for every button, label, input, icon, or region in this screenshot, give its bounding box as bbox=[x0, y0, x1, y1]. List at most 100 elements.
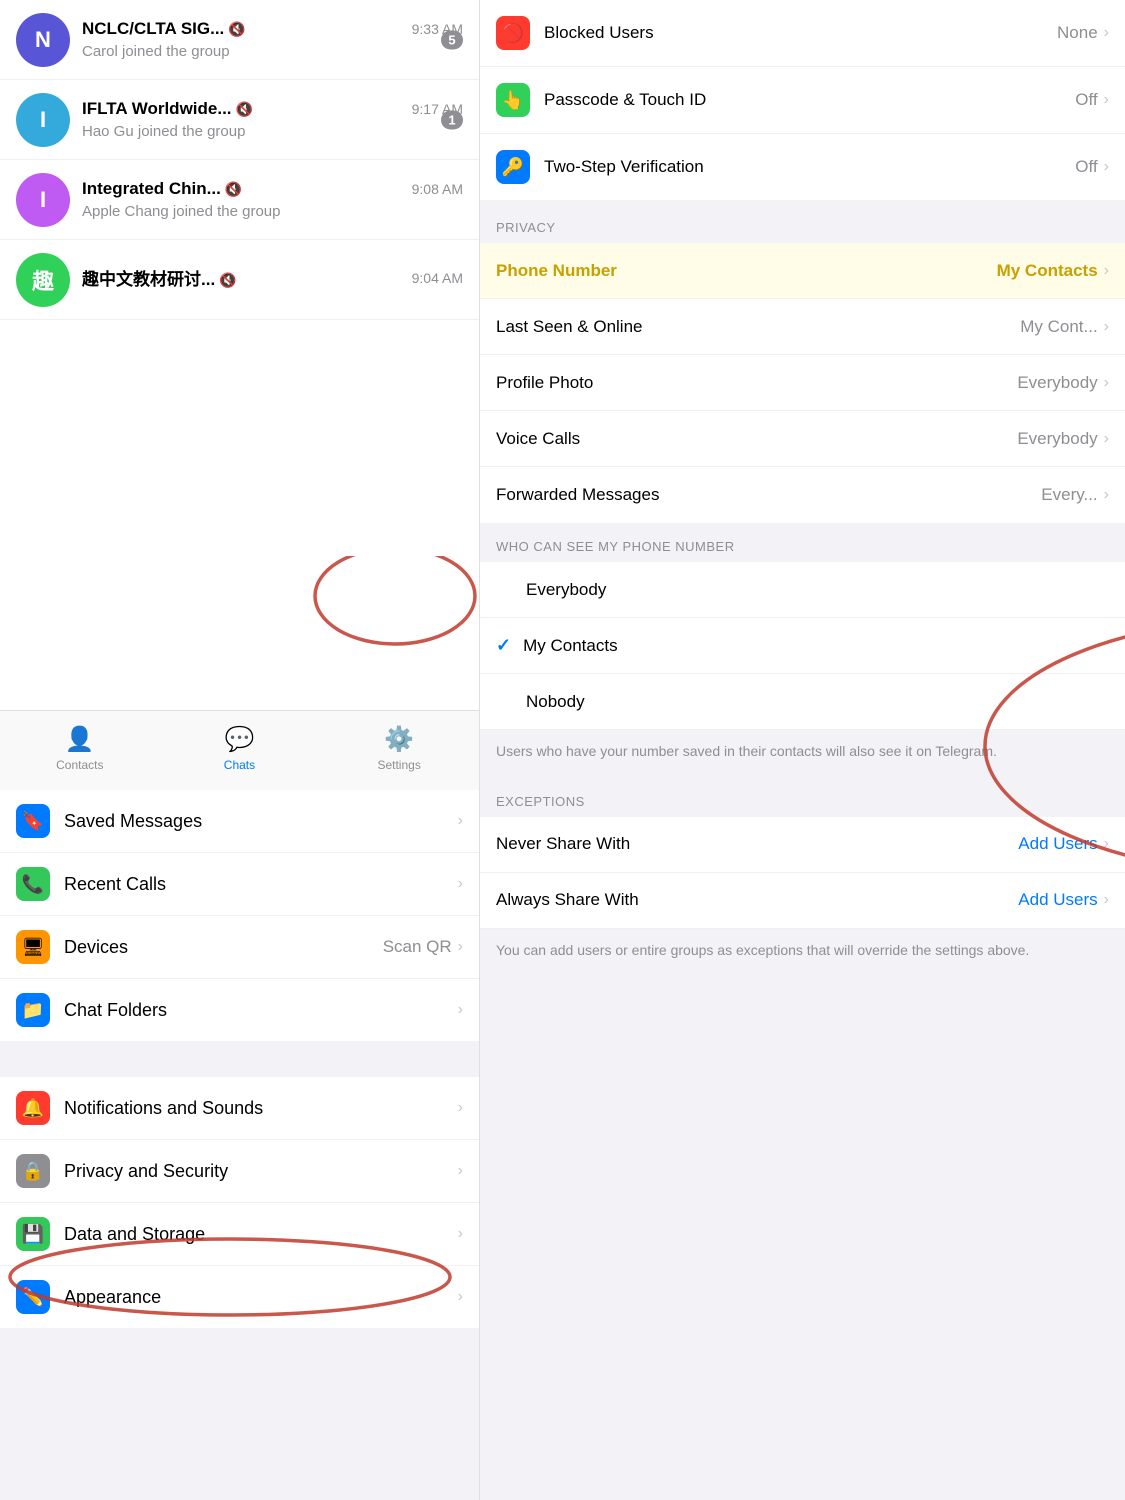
last-seen-value: My Cont... bbox=[1020, 317, 1097, 337]
always-share-chevron: › bbox=[1104, 891, 1109, 909]
always-share-label: Always Share With bbox=[496, 890, 1018, 910]
data-storage-chevron: › bbox=[458, 1225, 463, 1243]
privacy-security-icon: 🔒 bbox=[16, 1154, 50, 1188]
profile-photo-label: Profile Photo bbox=[496, 373, 1017, 393]
data-storage-icon: 💾 bbox=[16, 1217, 50, 1251]
privacy-item-phone-number[interactable]: Phone NumberMy Contacts› bbox=[480, 243, 1125, 299]
chat-item-iflta[interactable]: I IFLTA Worldwide...🔇9:17 AMHao Gu joined… bbox=[0, 80, 479, 160]
recent-calls-chevron: › bbox=[458, 875, 463, 893]
security-item-two-step[interactable]: 🔑Two-Step VerificationOff› bbox=[480, 134, 1125, 200]
recent-calls-label: Recent Calls bbox=[64, 874, 458, 895]
appearance-label: Appearance bbox=[64, 1287, 458, 1308]
blocked-users-icon: 🚫 bbox=[496, 16, 530, 50]
badge-iflta: 1 bbox=[441, 110, 463, 129]
exceptions-header: EXCEPTIONS bbox=[480, 778, 1125, 817]
recent-calls-icon: 📞 bbox=[16, 867, 50, 901]
left-panel: NNCLC/CLTA SIG...🔇9:33 AMCarol joined th… bbox=[0, 0, 480, 1500]
settings-section-2: 🔔Notifications and Sounds›🔒Privacy and S… bbox=[0, 1077, 479, 1328]
who-option-my-contacts[interactable]: ✓My Contacts bbox=[480, 618, 1125, 674]
blocked-users-value: None bbox=[1057, 23, 1098, 43]
blocked-users-chevron: › bbox=[1104, 24, 1109, 42]
who-option-everybody[interactable]: Everybody bbox=[480, 562, 1125, 618]
saved-messages-label: Saved Messages bbox=[64, 811, 458, 832]
chat-content-zhongwen: 趣中文教材研讨...🔇9:04 AM bbox=[82, 265, 463, 294]
two-step-value: Off bbox=[1075, 157, 1097, 177]
chat-item-zhongwen[interactable]: 趣趣中文教材研讨...🔇9:04 AM bbox=[0, 240, 479, 320]
two-step-label: Two-Step Verification bbox=[544, 157, 1075, 177]
chat-preview-iflta: Hao Gu joined the group bbox=[82, 123, 463, 140]
devices-chevron: › bbox=[458, 938, 463, 956]
chat-time-integrated: 9:08 AM bbox=[412, 181, 463, 197]
phone-number-chevron: › bbox=[1104, 262, 1109, 280]
mute-icon-zhongwen: 🔇 bbox=[219, 272, 236, 288]
last-seen-label: Last Seen & Online bbox=[496, 317, 1020, 337]
privacy-item-profile-photo[interactable]: Profile PhotoEverybody› bbox=[480, 355, 1125, 411]
chat-list: NNCLC/CLTA SIG...🔇9:33 AMCarol joined th… bbox=[0, 0, 479, 710]
settings-item-privacy-security[interactable]: 🔒Privacy and Security› bbox=[0, 1140, 479, 1203]
avatar-integrated: I bbox=[16, 173, 70, 227]
nav-chats[interactable]: 💬 Chats bbox=[199, 725, 279, 772]
settings-item-data-storage[interactable]: 💾 Data and Storage› bbox=[0, 1203, 479, 1266]
settings-item-chat-folders[interactable]: 📁Chat Folders› bbox=[0, 979, 479, 1041]
chat-folders-chevron: › bbox=[458, 1001, 463, 1019]
chat-content-iflta: IFLTA Worldwide...🔇9:17 AMHao Gu joined … bbox=[82, 99, 463, 140]
nav-settings[interactable]: ⚙️ Settings bbox=[359, 725, 439, 772]
chat-preview-nclc: Carol joined the group bbox=[82, 43, 463, 60]
chat-item-nclc[interactable]: NNCLC/CLTA SIG...🔇9:33 AMCarol joined th… bbox=[0, 0, 479, 80]
devices-label: Devices bbox=[64, 937, 383, 958]
forwarded-messages-chevron: › bbox=[1104, 486, 1109, 504]
phone-number-label: Phone Number bbox=[496, 261, 997, 281]
security-item-blocked-users[interactable]: 🚫 Blocked UsersNone › bbox=[480, 0, 1125, 67]
notifications-icon: 🔔 bbox=[16, 1091, 50, 1125]
chat-content-integrated: Integrated Chin...🔇9:08 AMApple Chang jo… bbox=[82, 179, 463, 220]
mute-icon-integrated: 🔇 bbox=[225, 181, 242, 197]
appearance-chevron: › bbox=[458, 1288, 463, 1306]
chat-name-nclc: NCLC/CLTA SIG...🔇 bbox=[82, 19, 246, 39]
badge-nclc: 5 bbox=[441, 30, 463, 49]
chat-name-zhongwen: 趣中文教材研讨...🔇 bbox=[82, 265, 237, 290]
security-item-passcode-touchid[interactable]: 👆Passcode & Touch IDOff› bbox=[480, 67, 1125, 134]
avatar-iflta: I bbox=[16, 93, 70, 147]
exceptions-description: You can add users or entire groups as ex… bbox=[480, 929, 1125, 977]
chats-icon: 💬 bbox=[225, 725, 255, 754]
privacy-item-last-seen[interactable]: Last Seen & OnlineMy Cont... › bbox=[480, 299, 1125, 355]
chat-preview-integrated: Apple Chang joined the group bbox=[82, 203, 463, 220]
who-can-see-header: WHO CAN SEE MY PHONE NUMBER bbox=[480, 523, 1125, 562]
data-storage-label: Data and Storage bbox=[64, 1224, 458, 1245]
settings-item-saved-messages[interactable]: 🔖Saved Messages› bbox=[0, 790, 479, 853]
settings-item-recent-calls[interactable]: 📞 Recent Calls› bbox=[0, 853, 479, 916]
passcode-touchid-label: Passcode & Touch ID bbox=[544, 90, 1075, 110]
chat-item-integrated[interactable]: IIntegrated Chin...🔇9:08 AMApple Chang j… bbox=[0, 160, 479, 240]
never-share-label: Never Share With bbox=[496, 834, 1018, 854]
mute-icon-nclc: 🔇 bbox=[228, 21, 245, 37]
blocked-users-label: Blocked Users bbox=[544, 23, 1057, 43]
settings-item-appearance[interactable]: ✏️Appearance› bbox=[0, 1266, 479, 1328]
privacy-section: Phone NumberMy Contacts›Last Seen & Onli… bbox=[480, 243, 1125, 523]
settings-icon: ⚙️ bbox=[384, 725, 414, 754]
privacy-security-chevron: › bbox=[458, 1162, 463, 1180]
profile-photo-chevron: › bbox=[1104, 374, 1109, 392]
settings-item-devices[interactable]: 🖥DevicesScan QR› bbox=[0, 916, 479, 979]
nav-settings-label: Settings bbox=[377, 758, 420, 772]
chat-folders-icon: 📁 bbox=[16, 993, 50, 1027]
last-seen-chevron: › bbox=[1104, 318, 1109, 336]
always-share-value: Add Users bbox=[1018, 890, 1097, 910]
who-option-nobody[interactable]: Nobody bbox=[480, 674, 1125, 730]
right-panel: 🚫 Blocked UsersNone › 👆 Passcode & Touch ID O… bbox=[480, 0, 1125, 1500]
who-label-everybody: Everybody bbox=[526, 580, 606, 600]
nav-chats-label: Chats bbox=[224, 758, 255, 772]
privacy-item-voice-calls[interactable]: Voice CallsEverybody› bbox=[480, 411, 1125, 467]
settings-item-notifications[interactable]: 🔔Notifications and Sounds› bbox=[0, 1077, 479, 1140]
settings-list: 🔖Saved Messages›📞Recent Calls›🖥DevicesSc… bbox=[0, 790, 479, 1500]
privacy-item-forwarded-messages[interactable]: Forwarded MessagesEvery...› bbox=[480, 467, 1125, 523]
passcode-touchid-icon: 👆 bbox=[496, 83, 530, 117]
exception-item-always-share[interactable]: Always Share WithAdd Users › bbox=[480, 873, 1125, 929]
settings-divider bbox=[0, 1041, 479, 1077]
notifications-label: Notifications and Sounds bbox=[64, 1098, 458, 1119]
exceptions-section: Never Share WithAdd Users›Always Share W… bbox=[480, 817, 1125, 929]
exception-item-never-share[interactable]: Never Share WithAdd Users› bbox=[480, 817, 1125, 873]
voice-calls-label: Voice Calls bbox=[496, 429, 1017, 449]
chat-content-nclc: NCLC/CLTA SIG...🔇9:33 AMCarol joined the… bbox=[82, 19, 463, 60]
who-description: Users who have your number saved in thei… bbox=[480, 730, 1125, 778]
nav-contacts[interactable]: 👤 Contacts bbox=[40, 725, 120, 772]
